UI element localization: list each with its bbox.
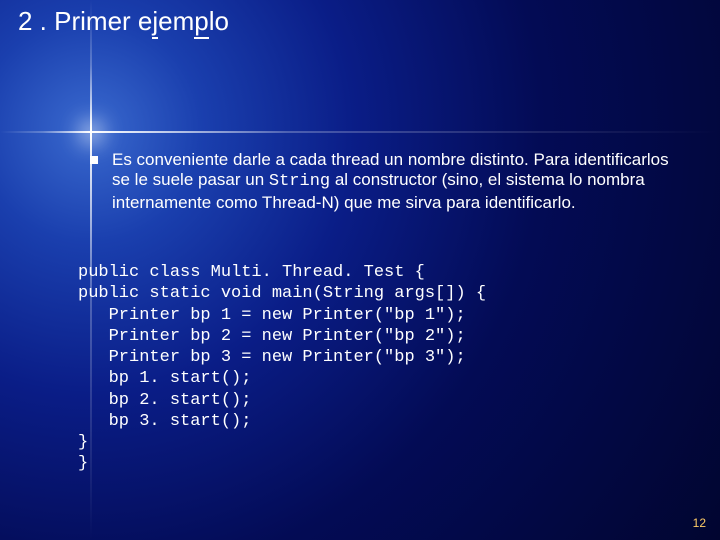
bullet-text-mono: String bbox=[269, 172, 330, 191]
bullet-item: Es conveniente darle a cada thread un no… bbox=[90, 150, 680, 213]
title-text-suffix: lo bbox=[209, 6, 229, 36]
bullet-paragraph: Es conveniente darle a cada thread un no… bbox=[112, 150, 680, 213]
square-bullet-icon bbox=[90, 156, 98, 164]
slide-title: 2 . Primer ejemplo bbox=[18, 6, 229, 37]
divider-horizontal bbox=[0, 131, 720, 133]
title-underline-2: p bbox=[194, 6, 208, 39]
code-block: public class Multi. Thread. Test { publi… bbox=[78, 262, 486, 475]
slide: 2 . Primer ejemplo Es conveniente darle … bbox=[0, 0, 720, 540]
lens-flare-icon bbox=[91, 132, 92, 133]
title-text-prefix: 2 . Primer e bbox=[18, 6, 152, 36]
title-text-mid: em bbox=[158, 6, 194, 36]
page-number: 12 bbox=[693, 516, 706, 530]
